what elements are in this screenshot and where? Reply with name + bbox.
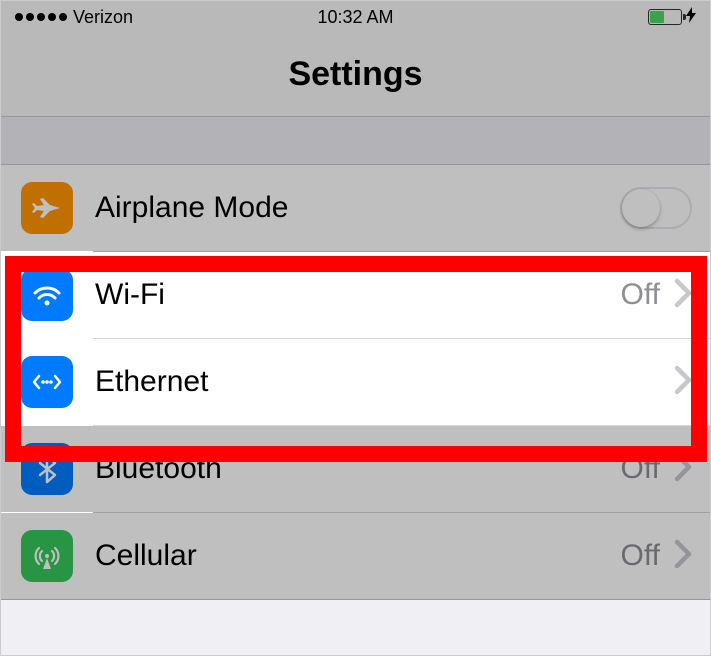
chevron-right-icon [674,539,692,574]
carrier-label: Verizon [73,7,133,28]
row-airplane-mode[interactable]: Airplane Mode [1,165,710,251]
chevron-right-icon [674,452,692,487]
status-bar: Verizon 10:32 AM [1,1,710,33]
cellular-icon [21,530,73,582]
row-value: Off [621,539,660,573]
ethernet-icon [21,356,73,408]
status-time: 10:32 AM [317,7,393,28]
row-label: Ethernet [95,365,660,399]
row-value: Off [621,278,660,312]
chevron-right-icon [674,278,692,313]
status-left: Verizon [15,7,133,28]
signal-strength-icon [15,13,67,21]
navbar: Settings [1,33,710,117]
row-wifi[interactable]: Wi-Fi Off [1,252,710,338]
row-label: Wi-Fi [95,278,607,312]
row-bluetooth[interactable]: Bluetooth Off [1,426,710,512]
row-value: Off [621,452,660,486]
battery-icon [648,9,682,25]
airplane-icon [21,182,73,234]
row-label: Airplane Mode [95,191,606,225]
row-label: Cellular [95,539,607,573]
chevron-right-icon [674,365,692,400]
toggle-knob [622,189,660,227]
status-right [648,7,696,28]
charging-icon [686,7,696,28]
bluetooth-icon [21,443,73,495]
row-ethernet[interactable]: Ethernet [1,339,710,425]
wifi-icon [21,269,73,321]
section-gap [1,117,710,165]
page-title: Settings [288,55,422,94]
row-label: Bluetooth [95,452,607,486]
row-cellular[interactable]: Cellular Off [1,513,710,599]
airplane-mode-toggle[interactable] [620,187,692,229]
